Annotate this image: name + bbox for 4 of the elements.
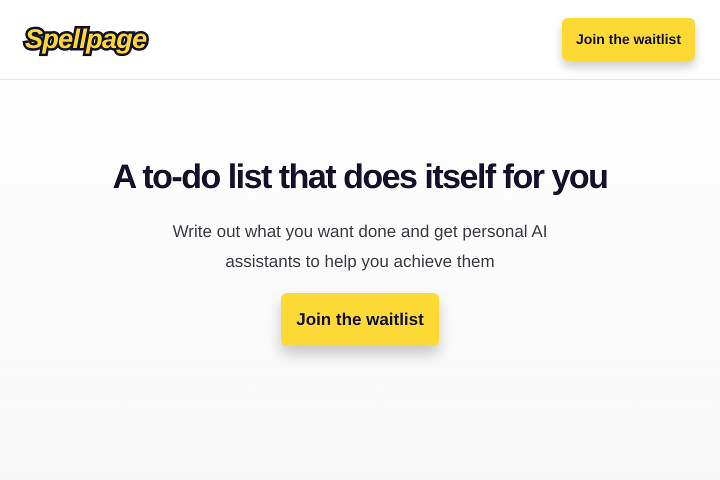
waitlist-button[interactable]: Join the waitlist: [562, 18, 695, 61]
waitlist-button[interactable]: Join the waitlist: [281, 292, 439, 346]
hero-subtitle: Write out what you want done and get personal AI assistants to help you achieve them: [172, 220, 548, 272]
hero-title: A to-do list that does itself for you: [112, 157, 608, 198]
